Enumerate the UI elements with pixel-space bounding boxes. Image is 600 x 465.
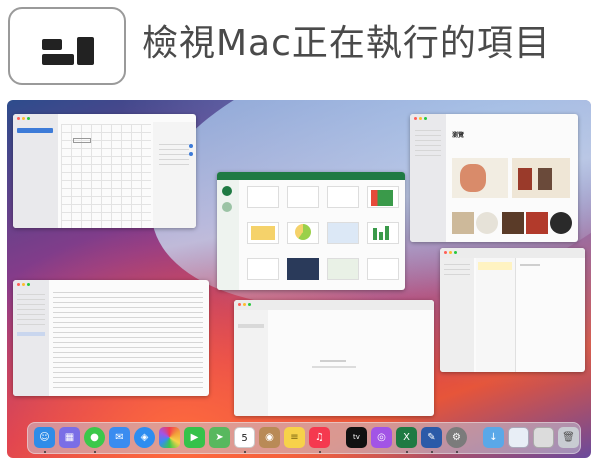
header: 檢視Mac正在執行的項目: [0, 0, 600, 95]
keynote-icon[interactable]: ✎: [421, 427, 442, 448]
facetime-icon[interactable]: ▶: [184, 427, 205, 448]
podcasts-icon[interactable]: ◎: [371, 427, 392, 448]
dock: ☺ ▦ ● ✉ ◈ ▶ ➤ 5 ◉ ≡ ♫ tv ◎ X ✎ ⚙ ↓ 🗑: [27, 422, 581, 454]
mail-icon[interactable]: ✉: [109, 427, 130, 448]
contacts-icon[interactable]: ◉: [259, 427, 280, 448]
window-music[interactable]: 瀏覽: [410, 114, 578, 242]
launchpad-icon[interactable]: ▦: [59, 427, 80, 448]
window-notes[interactable]: [440, 248, 585, 372]
document-icon[interactable]: [533, 427, 554, 448]
trash-icon[interactable]: 🗑: [558, 427, 579, 448]
music-icon[interactable]: ♫: [309, 427, 330, 448]
screenshot-icon[interactable]: [508, 427, 529, 448]
window-list-app[interactable]: [13, 280, 209, 396]
window-excel-gallery[interactable]: [217, 172, 405, 290]
messages-icon[interactable]: ●: [84, 427, 105, 448]
music-browse-heading: 瀏覽: [452, 132, 465, 139]
finder-icon[interactable]: ☺: [34, 427, 55, 448]
notes-icon[interactable]: ≡: [284, 427, 305, 448]
mission-control-icon: [8, 7, 126, 85]
mission-control-desktop: 瀏覽 ☺ ▦ ● ✉ ◈ ▶ ➤ 5 ◉ ≡ ♫ tv ◎ X ✎ ⚙ ↓ 🗑: [7, 100, 591, 458]
window-numbers-sheet[interactable]: [13, 114, 196, 228]
page-title: 檢視Mac正在執行的項目: [142, 23, 551, 64]
photos-icon[interactable]: [159, 427, 180, 448]
downloads-folder-icon[interactable]: ↓: [483, 427, 504, 448]
window-blank-document[interactable]: [234, 300, 434, 416]
maps-icon[interactable]: ➤: [209, 427, 230, 448]
excel-icon[interactable]: X: [396, 427, 417, 448]
tv-icon[interactable]: tv: [346, 427, 367, 448]
safari-icon[interactable]: ◈: [134, 427, 155, 448]
calendar-date: 5: [241, 433, 248, 444]
calendar-icon[interactable]: 5: [234, 427, 255, 448]
system-preferences-icon[interactable]: ⚙: [446, 427, 467, 448]
